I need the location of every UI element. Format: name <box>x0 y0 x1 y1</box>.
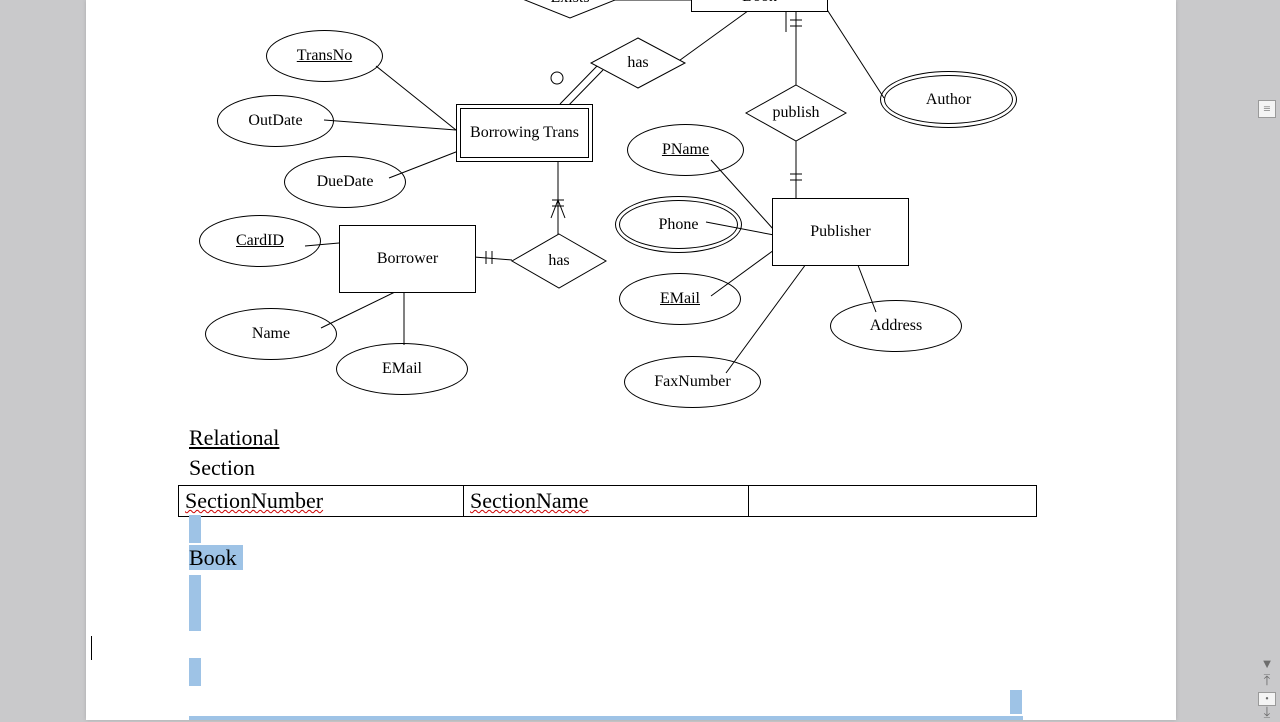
heading-book: Book <box>189 545 243 571</box>
rel-has-top-label: has <box>591 38 685 88</box>
rel-has-top: has <box>591 38 685 88</box>
attr-cardid-label: CardID <box>236 232 284 250</box>
rel-exists-label: Exists <box>520 0 620 18</box>
attr-email-borrower: EMail <box>336 343 468 395</box>
attr-phone-label: Phone <box>659 216 699 234</box>
next-page-icon[interactable]: ⤓ <box>1258 704 1276 722</box>
attr-name: Name <box>205 308 337 360</box>
col-empty <box>749 486 1037 517</box>
selection-mark-3 <box>189 658 201 686</box>
text-cursor <box>91 636 92 660</box>
heading-book-label: Book <box>189 545 243 570</box>
attr-transno-label: TransNo <box>297 47 352 65</box>
attr-transno: TransNo <box>266 30 383 82</box>
entity-publisher: Publisher <box>772 198 909 266</box>
entity-book: Book <box>691 0 828 12</box>
rel-exists: Exists <box>520 0 620 18</box>
entity-borrowing-trans: Borrowing Trans <box>456 104 593 162</box>
document-page: Book Borrowing Trans Borrower Publisher … <box>86 0 1176 720</box>
attr-outdate-label: OutDate <box>248 112 302 130</box>
ruler-toggle-icon[interactable]: ≡ <box>1258 100 1276 118</box>
attr-duedate-label: DueDate <box>317 173 374 191</box>
selection-mark-4 <box>1010 690 1022 714</box>
attr-author: Author <box>880 71 1017 128</box>
heading-section: Section <box>189 455 255 481</box>
attr-pname: PName <box>627 124 744 176</box>
attr-email-pub-label: EMail <box>660 290 700 308</box>
selection-mark <box>189 515 201 543</box>
attr-outdate: OutDate <box>217 95 334 147</box>
entity-borrowing-trans-label: Borrowing Trans <box>470 124 579 142</box>
rel-has-bottom: has <box>512 234 606 288</box>
attr-email-borrower-label: EMail <box>382 360 422 378</box>
attr-duedate: DueDate <box>284 156 406 208</box>
attr-address: Address <box>830 300 962 352</box>
entity-publisher-label: Publisher <box>810 223 870 241</box>
heading-relational: Relational <box>189 425 279 451</box>
selection-mark-5 <box>189 716 1023 720</box>
scroll-down-icon[interactable]: ▼ <box>1258 656 1276 672</box>
attr-cardid: CardID <box>199 215 321 267</box>
entity-borrower: Borrower <box>339 225 476 293</box>
selection-mark-2 <box>189 575 201 631</box>
rel-has-bottom-label: has <box>512 234 606 288</box>
attr-phone: Phone <box>615 196 742 253</box>
attr-name-label: Name <box>252 325 290 343</box>
attr-faxnumber: FaxNumber <box>624 356 761 408</box>
col-section-number: SectionNumber <box>185 488 323 513</box>
attr-author-label: Author <box>926 91 971 109</box>
attr-address-label: Address <box>870 317 922 335</box>
attr-email-pub: EMail <box>619 273 741 325</box>
table-section: SectionNumber SectionName <box>178 485 1037 517</box>
rel-publish-label: publish <box>746 85 846 141</box>
col-section-name: SectionName <box>470 488 589 513</box>
attr-faxnumber-label: FaxNumber <box>654 373 730 391</box>
entity-borrower-label: Borrower <box>377 250 438 268</box>
prev-page-icon[interactable]: ⤒ <box>1258 672 1276 690</box>
entity-book-label: Book <box>742 0 777 6</box>
attr-pname-label: PName <box>662 141 709 159</box>
rel-publish: publish <box>746 85 846 141</box>
